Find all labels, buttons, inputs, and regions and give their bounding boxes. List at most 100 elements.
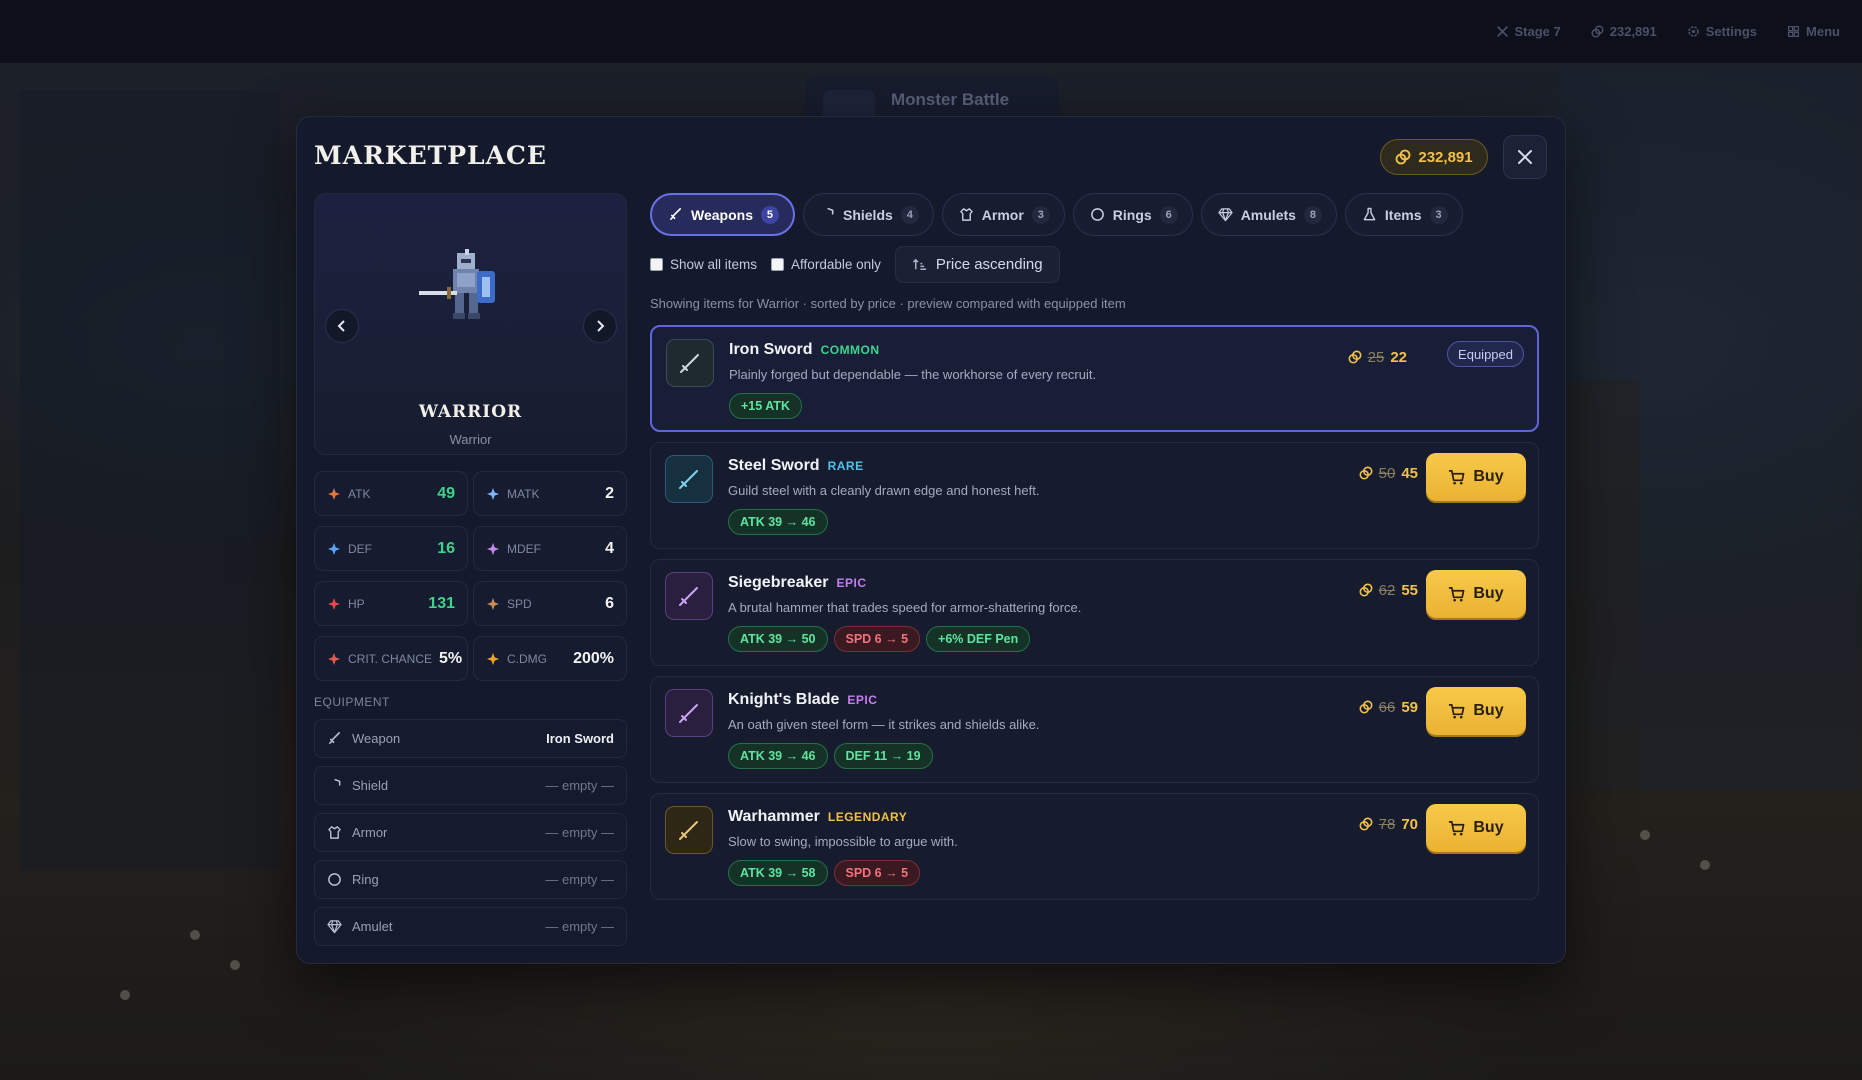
item-name: Knight's Blade xyxy=(728,691,840,708)
equipment-slot-amulet[interactable]: Amulet — empty — xyxy=(314,907,627,946)
coins-icon xyxy=(1359,583,1373,597)
stat-c-dmg: C.DMG 200% xyxy=(473,636,627,681)
topbar-gold: 232,891 xyxy=(1591,24,1657,39)
marketplace-modal: MARKETPLACE 232,891 WARRIOR Warrior ATK … xyxy=(296,116,1566,964)
tab-label: Armor xyxy=(981,206,1024,223)
item-card-steel-sword[interactable]: Steel Sword RARE Guild steel with a clea… xyxy=(650,442,1539,549)
stat-change-tag: ATK 39 → 46 xyxy=(728,743,828,769)
item-price: 78 70 xyxy=(1359,794,1418,854)
sword-icon xyxy=(670,208,681,220)
menu-button[interactable]: Menu xyxy=(1787,24,1840,39)
checkbox-box[interactable] xyxy=(771,258,785,271)
original-price: 50 xyxy=(1378,464,1396,482)
affordable-only-checkbox[interactable]: Affordable only xyxy=(771,257,881,272)
stat-hp: HP 131 xyxy=(314,581,468,626)
original-price: 66 xyxy=(1378,698,1396,716)
settings-button[interactable]: Settings xyxy=(1687,24,1757,39)
stat-value: 131 xyxy=(428,594,455,612)
item-list: Iron Sword COMMON Plainly forged but dep… xyxy=(650,325,1539,900)
item-name: Steel Sword xyxy=(728,457,820,474)
tab-label: Items xyxy=(1384,206,1422,223)
equipment-slot-ring[interactable]: Ring — empty — xyxy=(314,860,627,899)
next-hero-button[interactable] xyxy=(583,309,617,343)
tab-weapons[interactable]: Weapons 5 xyxy=(650,193,795,236)
sword-icon xyxy=(329,732,340,744)
equipment-slot-value: Iron Sword xyxy=(546,731,614,746)
tab-count: 3 xyxy=(1429,205,1448,224)
item-card-knight-s-blade[interactable]: Knight's Blade EPIC An oath given steel … xyxy=(650,676,1539,783)
weapon-icon xyxy=(679,470,698,489)
show-all-items-checkbox[interactable]: Show all items xyxy=(650,257,757,272)
sale-price: 22 xyxy=(1390,348,1407,366)
hero-stats-grid: ATK 49 MATK 2 DEF 16 MDEF 4 HP 131 SPD 6… xyxy=(314,471,627,681)
settings-label: Settings xyxy=(1705,24,1758,39)
close-button[interactable] xyxy=(1503,135,1547,179)
stat-value: 200% xyxy=(573,649,614,667)
item-card-siegebreaker[interactable]: Siegebreaker EPIC A brutal hammer that t… xyxy=(650,559,1539,666)
magic-star-icon xyxy=(487,487,499,500)
item-rarity: EPIC xyxy=(847,693,878,707)
checkbox-box[interactable] xyxy=(650,258,663,271)
stat-def: DEF 16 xyxy=(314,526,468,571)
show-all-items-label: Show all items xyxy=(670,257,758,272)
coins-icon xyxy=(1395,149,1411,165)
stat-change-tag: SPD 6 → 5 xyxy=(833,860,921,886)
gold-balance: 232,891 xyxy=(1380,139,1488,175)
stat-change-tags: ATK 39 → 46 DEF 11 → 19 xyxy=(728,743,933,769)
sort-label: Price ascending xyxy=(935,256,1043,273)
item-card-warhammer[interactable]: Warhammer LEGENDARY Slow to swing, impos… xyxy=(650,793,1539,900)
item-description: A brutal hammer that trades speed for ar… xyxy=(728,600,1082,615)
equipment-slot-weapon[interactable]: Weapon Iron Sword xyxy=(314,719,627,758)
stage-label: Stage 7 xyxy=(1514,24,1561,39)
tab-items[interactable]: Items 3 xyxy=(1344,193,1463,236)
tab-shields[interactable]: Shields 4 xyxy=(802,193,934,236)
tab-label: Weapons xyxy=(691,206,753,223)
item-thumbnail xyxy=(665,455,713,503)
stat-value: 2 xyxy=(605,484,614,502)
tab-count: 3 xyxy=(1031,205,1050,224)
chevron-right-icon xyxy=(597,320,605,332)
magic-shield-icon xyxy=(487,542,499,555)
equipment-slot-label: Armor xyxy=(352,825,388,840)
previous-hero-button[interactable] xyxy=(325,309,359,343)
buy-button[interactable]: Buy xyxy=(1426,804,1526,852)
weapon-icon xyxy=(679,704,698,723)
stat-label: DEF xyxy=(348,541,372,556)
equipment-slot-armor[interactable]: Armor — empty — xyxy=(314,813,627,852)
tab-amulets[interactable]: Amulets 8 xyxy=(1200,193,1337,236)
tab-armor[interactable]: Armor 3 xyxy=(941,193,1065,236)
sort-button[interactable]: Price ascending xyxy=(894,246,1060,283)
stat-atk: ATK 49 xyxy=(314,471,468,516)
buy-button[interactable]: Buy xyxy=(1426,453,1526,501)
item-name: Warhammer xyxy=(728,808,820,825)
stat-value: 4 xyxy=(605,539,614,557)
shield-icon xyxy=(334,778,341,786)
buy-label: Buy xyxy=(1473,468,1504,485)
tab-rings[interactable]: Rings 6 xyxy=(1072,193,1193,236)
item-rarity: LEGENDARY xyxy=(827,810,908,824)
stat-change-tag: DEF 11 → 19 xyxy=(833,743,933,769)
item-thumbnail xyxy=(665,806,713,854)
buy-button[interactable]: Buy xyxy=(1426,570,1526,618)
item-name: Iron Sword xyxy=(729,341,813,358)
tab-label: Amulets xyxy=(1240,206,1296,223)
gold-balance-value: 232,891 xyxy=(1418,148,1473,166)
filter-bar: Show all items Affordable only Price asc… xyxy=(650,246,1060,283)
item-card-iron-sword[interactable]: Iron Sword COMMON Plainly forged but dep… xyxy=(650,325,1539,432)
stat-change-tag: ATK 39 → 46 xyxy=(728,509,828,535)
stat-matk: MATK 2 xyxy=(473,471,627,516)
explosion-icon xyxy=(487,652,499,665)
crossed-swords-icon xyxy=(1496,26,1508,37)
original-price: 62 xyxy=(1378,581,1396,599)
equipment-slot-shield[interactable]: Shield — empty — xyxy=(314,766,627,805)
coins-icon xyxy=(1591,25,1604,38)
item-thumbnail xyxy=(666,339,714,387)
stat-mdef: MDEF 4 xyxy=(473,526,627,571)
cart-icon xyxy=(1449,469,1465,484)
stat-change-tag: +15 ATK xyxy=(729,393,802,419)
item-title: Siegebreaker EPIC xyxy=(728,574,867,592)
flask-icon xyxy=(1363,207,1376,221)
stage-indicator[interactable]: Stage 7 xyxy=(1496,24,1561,39)
item-thumbnail xyxy=(665,572,713,620)
buy-button[interactable]: Buy xyxy=(1426,687,1526,735)
